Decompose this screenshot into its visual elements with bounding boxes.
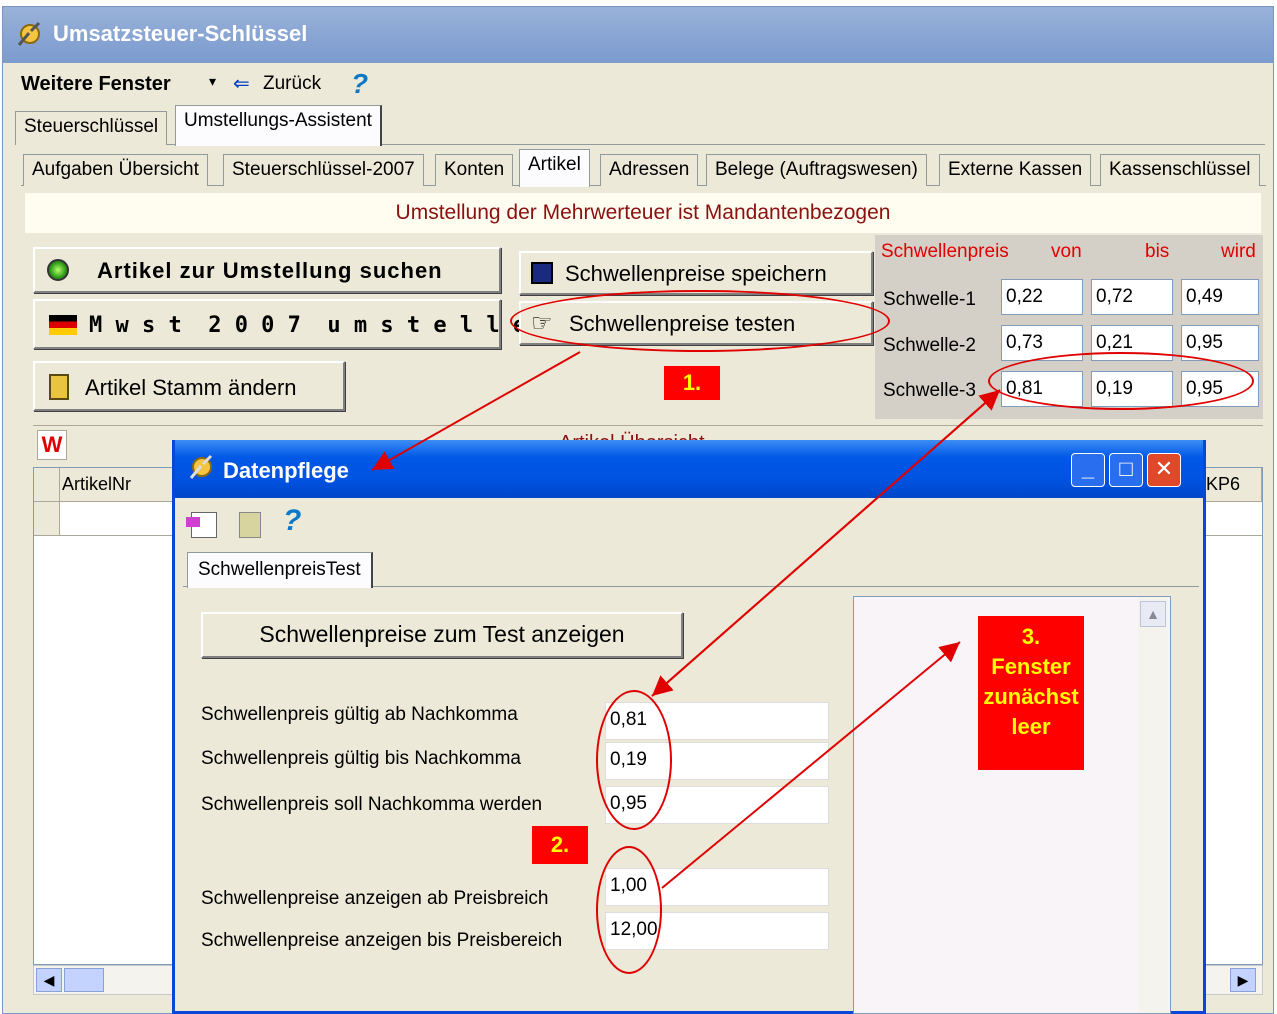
threshold-1-from-field[interactable]: 0,22 (1001, 279, 1083, 315)
tab-konten[interactable]: Konten (435, 154, 514, 186)
highlight-decimal-fields-ellipse (596, 690, 672, 830)
save-thresholds-label: Schwellenpreise speichern (565, 261, 827, 286)
search-articles-label: Artikel zur Umstellung suchen (97, 258, 443, 283)
step-1-marker: 1. (664, 366, 720, 400)
dialog-title-bar[interactable]: Datenpflege _ □ ✕ (175, 440, 1203, 498)
tab-externe-kassen[interactable]: Externe Kassen (939, 154, 1092, 186)
change-master-button[interactable]: Artikel Stamm ändern (33, 361, 345, 411)
german-flag-icon (49, 315, 77, 335)
scroll-thumb[interactable] (64, 968, 104, 992)
chevron-down-icon[interactable]: ▾ (209, 73, 216, 90)
tab-kassenschluessel[interactable]: Kassenschlüssel (1100, 154, 1260, 186)
switch-vat-button[interactable]: M w s t 2 0 0 7 u m s t e l l e n (33, 299, 553, 349)
tab-artikel[interactable]: Artikel (519, 149, 590, 187)
grid-row-selector[interactable] (34, 502, 60, 536)
floppy-save-icon (531, 262, 553, 284)
field-label-target: Schwellenpreis soll Nachkomma werden (201, 794, 543, 815)
step-3-line: Fenster (991, 654, 1071, 679)
import-icon[interactable] (186, 512, 217, 538)
tab-steuerschluessel[interactable]: Steuerschlüssel (15, 111, 168, 145)
threshold-header-label: Schwellenpreis (881, 241, 1009, 262)
help-icon[interactable]: ? (283, 504, 301, 538)
document-icon (49, 374, 69, 400)
step-2-marker: 2. (532, 826, 588, 864)
threshold-1-to-field[interactable]: 0,72 (1091, 279, 1173, 315)
threshold-row-label: Schwelle-1 (883, 289, 976, 310)
maximize-icon[interactable]: □ (1109, 453, 1143, 487)
threshold-row-label: Schwelle-3 (883, 380, 976, 401)
main-window-title: Umsatzsteuer-Schlüssel (53, 21, 308, 46)
scroll-right-icon[interactable]: ▶ (1230, 968, 1256, 992)
field-label-price-to: Schwellenpreise anzeigen bis Preisbereic… (201, 930, 563, 951)
close-icon[interactable]: ✕ (1147, 453, 1181, 487)
grid-corner (34, 468, 60, 502)
tab-belege[interactable]: Belege (Auftragswesen) (706, 154, 927, 186)
show-thresholds-button[interactable]: Schwellenpreise zum Test anzeigen (201, 612, 683, 658)
step-3-line: 3. (1021, 624, 1041, 649)
import-arrow-icon (186, 517, 200, 527)
grid-column-header[interactable]: KP6 (1204, 468, 1262, 502)
app-icon (17, 21, 41, 46)
tab-schwellenpreistest[interactable]: SchwellenpreisTest (187, 552, 373, 588)
step-3-line: zunächst (983, 684, 1079, 709)
tab-adressen[interactable]: Adressen (600, 154, 699, 186)
more-windows-menu[interactable]: Weitere Fenster (21, 73, 171, 96)
threshold-row-label: Schwelle-2 (883, 335, 976, 356)
threshold-1-becomes-field[interactable]: 0,49 (1181, 279, 1259, 315)
change-master-label: Artikel Stamm ändern (85, 375, 297, 400)
step-3-line: leer (1011, 714, 1051, 739)
threshold-header-becomes: wird (1221, 241, 1256, 262)
scroll-up-icon[interactable]: ▲ (1140, 601, 1166, 627)
w-icon[interactable]: W (37, 430, 67, 460)
highlight-test-button-ellipse (510, 290, 890, 352)
export-icon[interactable] (239, 512, 261, 538)
green-light-icon (47, 259, 69, 281)
highlight-price-fields-ellipse (596, 846, 662, 974)
save-thresholds-button[interactable]: Schwellenpreise speichern (519, 251, 873, 295)
back-menu[interactable]: Zurück (263, 73, 321, 95)
field-label-valid-from: Schwellenpreis gültig ab Nachkomma (201, 704, 518, 725)
threshold-header-to: bis (1145, 241, 1170, 262)
grid-column-header[interactable]: ArtikelNr (60, 468, 180, 502)
info-banner: Umstellung der Mehrwerteuer ist Mandante… (25, 193, 1261, 233)
app-icon (189, 454, 213, 479)
help-icon[interactable]: ? (351, 68, 368, 100)
field-label-valid-to: Schwellenpreis gültig bis Nachkomma (201, 748, 521, 769)
tab-steuerschluessel-2007[interactable]: Steuerschlüssel-2007 (223, 154, 424, 186)
highlight-threshold-3-ellipse (988, 352, 1254, 410)
scroll-left-icon[interactable]: ◀ (36, 968, 62, 992)
threshold-header-from: von (1051, 241, 1082, 262)
switch-vat-label: M w s t 2 0 0 7 u m s t e l l e n (89, 313, 553, 338)
minimize-icon[interactable]: _ (1071, 453, 1105, 487)
field-label-price-from: Schwellenpreise anzeigen ab Preisbreich (201, 888, 549, 909)
search-articles-button[interactable]: Artikel zur Umstellung suchen (33, 247, 501, 293)
menu-bar: Weitere Fenster ▾ ⇐ Zurück ? (21, 68, 421, 101)
back-arrow-icon[interactable]: ⇐ (233, 71, 250, 96)
vertical-scrollbar[interactable]: ▲ (1138, 597, 1168, 1013)
main-title-bar[interactable]: Umsatzsteuer-Schlüssel (3, 7, 1273, 63)
step-3-marker: 3. Fenster zunächst leer (978, 616, 1084, 770)
dialog-title: Datenpflege (223, 458, 349, 483)
tab-umstellungs-assistent[interactable]: Umstellungs-Assistent (175, 105, 382, 146)
tab-aufgaben-uebersicht[interactable]: Aufgaben Übersicht (23, 154, 208, 186)
